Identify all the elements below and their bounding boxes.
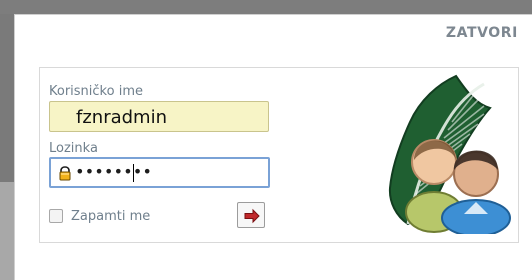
backdrop-left-highlight xyxy=(0,182,14,280)
login-submit-button[interactable] xyxy=(237,202,265,228)
backdrop-left xyxy=(0,14,14,280)
password-input[interactable]: •••••••• xyxy=(49,157,270,188)
remember-label: Zapamti me xyxy=(71,208,151,224)
remember-me[interactable]: Zapamti me xyxy=(49,208,150,224)
backdrop-top xyxy=(0,0,532,14)
lock-icon xyxy=(57,165,73,181)
username-label: Korisničko ime xyxy=(49,84,143,99)
password-mask: •••••••• xyxy=(75,162,153,181)
close-button[interactable]: ZATVORI xyxy=(446,25,518,41)
text-caret xyxy=(133,164,134,182)
username-input[interactable]: fznradmin xyxy=(49,101,269,132)
users-leaf-illustration xyxy=(372,74,520,237)
remember-checkbox[interactable] xyxy=(49,209,63,223)
login-panel: Korisničko ime fznradmin Lozinka •••••••… xyxy=(39,67,519,243)
username-value: fznradmin xyxy=(76,107,167,128)
password-label: Lozinka xyxy=(49,141,98,156)
login-dialog: ZATVORI Korisničko ime fznradmin Lozinka… xyxy=(14,14,532,280)
arrow-right-icon xyxy=(244,208,260,224)
